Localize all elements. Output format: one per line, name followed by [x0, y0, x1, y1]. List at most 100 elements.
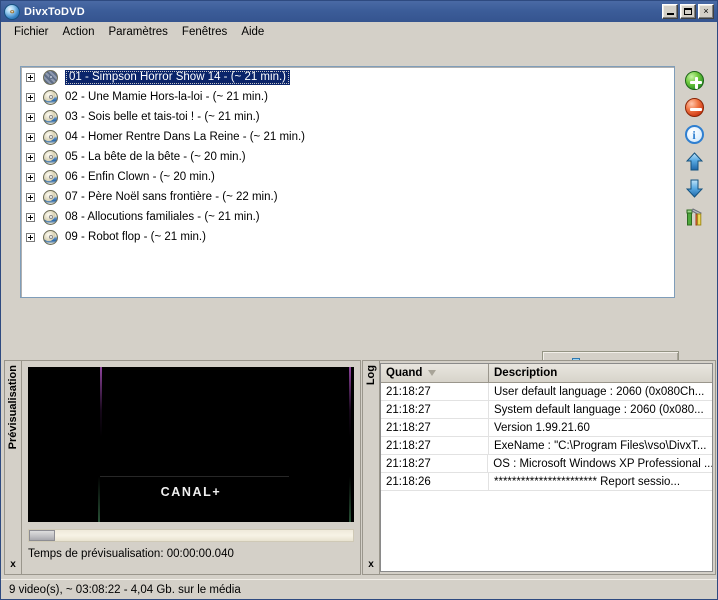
log-when: 21:18:27: [381, 401, 489, 418]
table-row[interactable]: 21:18:27 User default language : 2060 (0…: [381, 383, 712, 401]
list-item[interactable]: 09 - Robot flop - (~ 21 min.): [21, 227, 674, 247]
title-bar: DivxToDVD ×: [1, 1, 717, 22]
expand-icon[interactable]: [26, 132, 35, 142]
column-header-description[interactable]: Description: [489, 364, 712, 382]
list-item[interactable]: 05 - La bête de la bête - (~ 20 min.): [21, 147, 674, 167]
list-item[interactable]: 01 - Simpson Horror Show 14 - (~ 21 min.…: [21, 67, 674, 87]
disc-icon: [43, 189, 58, 205]
disc-icon: [43, 149, 58, 165]
side-toolbar: i: [681, 70, 707, 226]
table-row[interactable]: 21:18:27 OS : Microsoft Windows XP Profe…: [381, 455, 712, 473]
menu-item-action[interactable]: Action: [56, 24, 102, 40]
expand-icon[interactable]: [26, 112, 35, 122]
main-content: 01 - Simpson Horror Show 14 - (~ 21 min.…: [1, 42, 717, 599]
table-row[interactable]: 21:18:27 Version 1.99.21.60: [381, 419, 712, 437]
log-when: 21:18:27: [381, 383, 489, 400]
close-button[interactable]: ×: [698, 4, 714, 19]
menu-item-fichier[interactable]: Fichier: [7, 24, 56, 40]
log-tab-label: Log: [365, 365, 377, 386]
expand-icon[interactable]: [26, 72, 35, 82]
list-item[interactable]: 08 - Allocutions familiales - (~ 21 min.…: [21, 207, 674, 227]
list-item-label: 09 - Robot flop - (~ 21 min.): [65, 231, 206, 243]
close-icon[interactable]: x: [10, 560, 16, 571]
status-bar: 9 video(s), ~ 03:08:22 - 4,04 Gb. sur le…: [1, 579, 717, 599]
plus-circle-icon: [684, 71, 704, 90]
close-icon: ×: [703, 6, 709, 16]
arrow-down-icon: [685, 179, 703, 198]
move-down-button[interactable]: [684, 178, 705, 199]
menu-item-parametres[interactable]: Paramètres: [101, 24, 174, 40]
settings-button[interactable]: [684, 205, 705, 226]
log-when: 21:18:27: [381, 437, 489, 454]
disc-icon: [4, 3, 20, 20]
log-description: System default language : 2060 (0x080...: [494, 403, 704, 416]
list-item-label: 05 - La bête de la bête - (~ 20 min.): [65, 151, 246, 163]
disc-icon: [43, 229, 58, 245]
list-item-label: 06 - Enfin Clown - (~ 20 min.): [65, 171, 215, 183]
disc-icon: [43, 89, 58, 105]
expand-icon[interactable]: [26, 172, 35, 182]
preview-tab[interactable]: Prévisualisation x: [5, 361, 22, 574]
expand-icon[interactable]: [26, 92, 35, 102]
minimize-button[interactable]: [662, 4, 678, 19]
list-item-label: 07 - Père Noël sans frontière - (~ 22 mi…: [65, 191, 278, 203]
list-item[interactable]: 04 - Homer Rentre Dans La Reine - (~ 21 …: [21, 127, 674, 147]
list-item[interactable]: 07 - Père Noël sans frontière - (~ 22 mi…: [21, 187, 674, 207]
preview-slider[interactable]: [28, 529, 354, 542]
log-description: *********************** Report sessio...: [494, 475, 681, 488]
disc-icon: [43, 129, 58, 145]
log-description: ExeName : "C:\Program Files\vso\DivxT...: [494, 439, 707, 452]
log-table: Quand Description 21:18:27 User default …: [380, 363, 713, 572]
table-row[interactable]: 21:18:26 *********************** Report …: [381, 473, 712, 491]
column-header-quand[interactable]: Quand: [381, 364, 489, 382]
tools-icon: [685, 207, 704, 229]
maximize-button[interactable]: [680, 4, 696, 19]
log-when: 21:18:26: [381, 473, 489, 490]
log-when: 21:18:27: [381, 455, 489, 472]
info-circle-icon: i: [684, 125, 704, 144]
expand-icon[interactable]: [26, 152, 35, 162]
list-item[interactable]: 02 - Une Mamie Hors-la-loi - (~ 21 min.): [21, 87, 674, 107]
expand-icon[interactable]: [26, 212, 35, 222]
expand-icon[interactable]: [26, 232, 35, 242]
window-controls: ×: [662, 4, 714, 19]
info-button[interactable]: i: [684, 124, 705, 145]
remove-button[interactable]: [684, 97, 705, 118]
application-window: DivxToDVD × Fichier Action Paramètres Fe…: [0, 0, 718, 600]
log-panel: Log x Quand Description 21:18:27 User de…: [362, 360, 716, 575]
menu-item-fenetres[interactable]: Fenêtres: [175, 24, 234, 40]
video-preview[interactable]: CANAL+: [28, 367, 354, 522]
minus-circle-icon: [684, 98, 704, 117]
log-when: 21:18:27: [381, 419, 489, 436]
log-table-header: Quand Description: [381, 364, 712, 383]
list-item-label: 04 - Homer Rentre Dans La Reine - (~ 21 …: [65, 131, 306, 143]
column-header-label: Description: [494, 367, 558, 379]
log-tab[interactable]: Log x: [363, 361, 380, 574]
list-item-label: 02 - Une Mamie Hors-la-loi - (~ 21 min.): [65, 91, 268, 103]
list-item-label: 01 - Simpson Horror Show 14 - (~ 21 min.…: [65, 69, 290, 85]
preview-panel: Prévisualisation x CANAL+ Temps de prévi…: [4, 360, 361, 575]
move-up-button[interactable]: [684, 151, 705, 172]
video-overlay-text: CANAL+: [160, 484, 222, 499]
column-header-label: Quand: [386, 367, 423, 379]
arrow-up-icon: [685, 152, 703, 171]
status-text: 9 video(s), ~ 03:08:22 - 4,04 Gb. sur le…: [9, 583, 241, 596]
preview-tab-label: Prévisualisation: [7, 365, 19, 450]
slider-thumb[interactable]: [29, 530, 55, 541]
expand-icon[interactable]: [26, 192, 35, 202]
table-row[interactable]: 21:18:27 ExeName : "C:\Program Files\vso…: [381, 437, 712, 455]
sort-descending-icon: [428, 370, 437, 376]
video-list[interactable]: 01 - Simpson Horror Show 14 - (~ 21 min.…: [20, 66, 675, 298]
add-button[interactable]: [684, 70, 705, 91]
log-description: Version 1.99.21.60: [494, 421, 590, 434]
close-icon[interactable]: x: [368, 560, 374, 571]
list-item-label: 08 - Allocutions familiales - (~ 21 min.…: [65, 211, 260, 223]
table-row[interactable]: 21:18:27 System default language : 2060 …: [381, 401, 712, 419]
menu-bar: Fichier Action Paramètres Fenêtres Aide: [1, 22, 717, 43]
disc-icon: [43, 209, 58, 225]
list-item-label: 03 - Sois belle et tais-toi ! - (~ 21 mi…: [65, 111, 260, 123]
list-item[interactable]: 06 - Enfin Clown - (~ 20 min.): [21, 167, 674, 187]
menu-item-aide[interactable]: Aide: [234, 24, 271, 40]
list-item[interactable]: 03 - Sois belle et tais-toi ! - (~ 21 mi…: [21, 107, 674, 127]
preview-time-label: Temps de prévisualisation: 00:00:00.040: [28, 548, 234, 560]
